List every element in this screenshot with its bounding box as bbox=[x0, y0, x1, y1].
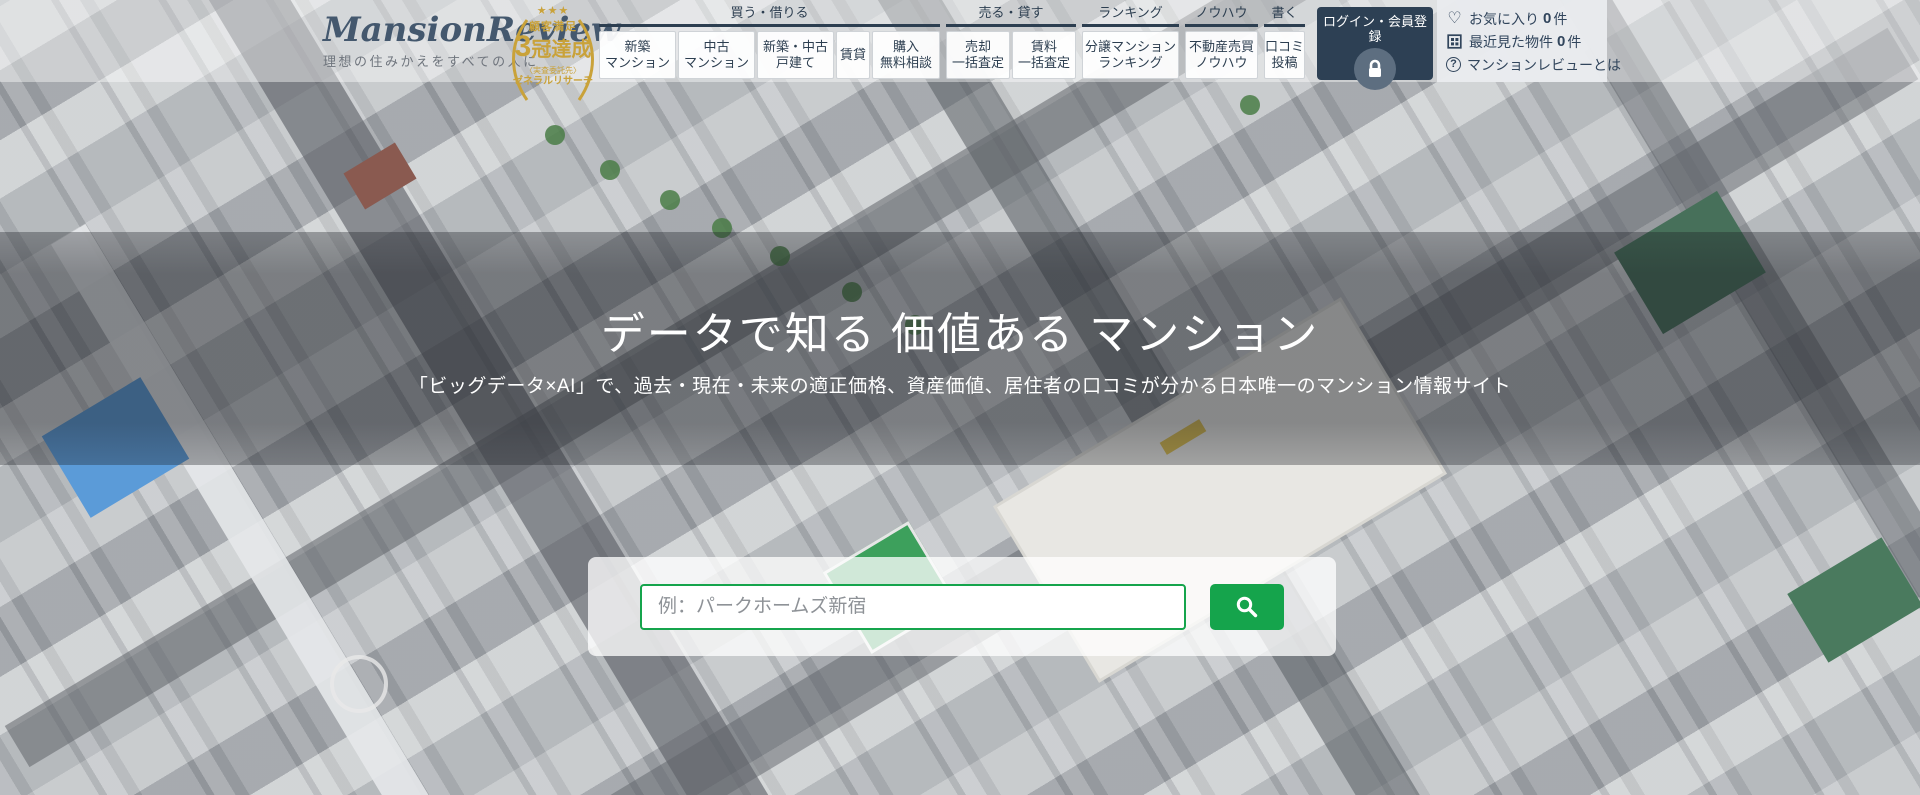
login-button-label: ログイン・会員登録 bbox=[1317, 7, 1433, 44]
nav-group-label-buy-rent: 買う・借りる bbox=[599, 4, 940, 24]
nav-item-line: 投稿 bbox=[1265, 55, 1304, 71]
count-unit: 件 bbox=[1567, 32, 1581, 52]
nav-item-line: 購入 bbox=[873, 39, 939, 55]
question-glyph: ? bbox=[1446, 57, 1461, 72]
search-panel bbox=[588, 557, 1336, 656]
photo-helipad bbox=[330, 655, 388, 713]
nav-item-line: 戸建て bbox=[758, 55, 833, 71]
nav-item-knowhow[interactable]: 不動産売買 ノウハウ bbox=[1185, 31, 1258, 79]
user-links-panel: ♡ お気に入り 0 件 最近見た物件 0 件 ? マンションレビューとは bbox=[1437, 0, 1607, 82]
nav-group-knowhow: ノウハウ 不動産売買 ノウハウ bbox=[1185, 4, 1258, 79]
nav-item-line: ノウハウ bbox=[1186, 55, 1257, 71]
nav-item-line: 不動産売買 bbox=[1186, 39, 1257, 55]
photo-tree bbox=[660, 190, 680, 210]
nav-group-write: 書く 口コミ 投稿 bbox=[1264, 4, 1305, 79]
nav-item-line: 賃料 bbox=[1013, 39, 1075, 55]
login-register-button[interactable]: ログイン・会員登録 bbox=[1317, 7, 1433, 80]
nav-item-line: 無料相談 bbox=[873, 55, 939, 71]
nav-item-sell-assessment[interactable]: 売却 一括査定 bbox=[946, 31, 1010, 79]
nav-item-used-mansion[interactable]: 中古 マンション bbox=[678, 31, 755, 79]
nav-group-label-write: 書く bbox=[1264, 4, 1305, 24]
nav-item-new-mansion[interactable]: 新築 マンション bbox=[599, 31, 676, 79]
nav-item-line: 中古 bbox=[679, 39, 754, 55]
link-label: 最近見た物件 bbox=[1469, 32, 1553, 52]
lock-icon bbox=[1354, 48, 1396, 90]
nav-group-underline bbox=[1185, 24, 1258, 27]
nav-item-rent[interactable]: 賃貸 bbox=[836, 31, 870, 79]
link-label: マンションレビューとは bbox=[1467, 55, 1621, 75]
nav-group-label-sell-lease: 売る・貸す bbox=[946, 4, 1076, 24]
nav-group-label-ranking: ランキング bbox=[1082, 4, 1179, 24]
award-badge: ★★★ 顧客満足 3冠達成 〈実査委託先〉 ゼネラルリサーチ bbox=[503, 2, 603, 110]
laurel-wreath-icon bbox=[503, 2, 603, 110]
link-recent-items[interactable]: 最近見た物件 0 件 bbox=[1446, 30, 1607, 53]
photo-tree bbox=[545, 125, 565, 145]
nav-item-line: マンション bbox=[600, 55, 675, 71]
nav-item-line: 一括査定 bbox=[1013, 55, 1075, 71]
nav-item-line: 一括査定 bbox=[947, 55, 1009, 71]
nav-group-underline bbox=[1082, 24, 1179, 27]
nav-group-underline bbox=[599, 24, 940, 27]
heart-icon: ♡ bbox=[1446, 11, 1463, 27]
nav-item-line: 売却 bbox=[947, 39, 1009, 55]
recent-count: 0 bbox=[1557, 33, 1565, 50]
nav-item-line: 新築 bbox=[600, 39, 675, 55]
search-button[interactable] bbox=[1210, 584, 1284, 630]
nav-group-underline bbox=[1264, 24, 1305, 27]
nav-item-line: 新築・中古 bbox=[758, 39, 833, 55]
nav-item-line: ランキング bbox=[1083, 55, 1178, 71]
hero-heading: データで知る 価値ある マンション bbox=[0, 298, 1920, 362]
search-input[interactable] bbox=[640, 584, 1186, 630]
nav-item-mansion-ranking[interactable]: 分譲マンション ランキング bbox=[1082, 31, 1179, 79]
nav-item-line: 分譲マンション bbox=[1083, 39, 1178, 55]
nav-group-buy-rent: 買う・借りる 新築 マンション 中古 マンション 新築・中古 戸建て bbox=[599, 4, 940, 79]
main-nav: 買う・借りる 新築 マンション 中古 マンション 新築・中古 戸建て bbox=[599, 4, 1305, 79]
nav-group-sell-lease: 売る・貸す 売却 一括査定 賃料 一括査定 bbox=[946, 4, 1076, 79]
question-icon: ? bbox=[1446, 57, 1461, 72]
nav-group-ranking: ランキング 分譲マンション ランキング bbox=[1082, 4, 1179, 79]
nav-item-purchase-consult[interactable]: 購入 無料相談 bbox=[872, 31, 940, 79]
link-favorites[interactable]: ♡ お気に入り 0 件 bbox=[1446, 7, 1607, 30]
mansion-review-homepage: データで知る 価値ある マンション 「ビッグデータ×AI」で、過去・現在・未来の… bbox=[0, 0, 1920, 795]
hero-subheading: 「ビッグデータ×AI」で、過去・現在・未来の適正価格、資産価値、居住者の口コミが… bbox=[0, 371, 1920, 398]
count-unit: 件 bbox=[1553, 9, 1567, 29]
nav-item-line: 賃貸 bbox=[837, 47, 869, 63]
favorites-count: 0 bbox=[1543, 10, 1551, 27]
nav-item-rent-assessment[interactable]: 賃料 一括査定 bbox=[1012, 31, 1076, 79]
building-icon bbox=[1446, 34, 1463, 49]
photo-tree bbox=[1240, 95, 1260, 115]
nav-group-underline bbox=[946, 24, 1076, 27]
photo-tree bbox=[600, 160, 620, 180]
search-icon bbox=[1234, 594, 1260, 620]
site-header: MansionReview 理想の住みかえをすべての人に ★★★ 顧客満足 3冠… bbox=[0, 0, 1920, 82]
link-label: お気に入り bbox=[1469, 9, 1539, 29]
nav-item-review-post[interactable]: 口コミ 投稿 bbox=[1264, 31, 1305, 79]
nav-group-label-knowhow: ノウハウ bbox=[1185, 4, 1258, 24]
nav-item-line: 口コミ bbox=[1265, 39, 1304, 55]
nav-item-house[interactable]: 新築・中古 戸建て bbox=[757, 31, 834, 79]
nav-item-line: マンション bbox=[679, 55, 754, 71]
link-about[interactable]: ? マンションレビューとは bbox=[1446, 53, 1607, 76]
